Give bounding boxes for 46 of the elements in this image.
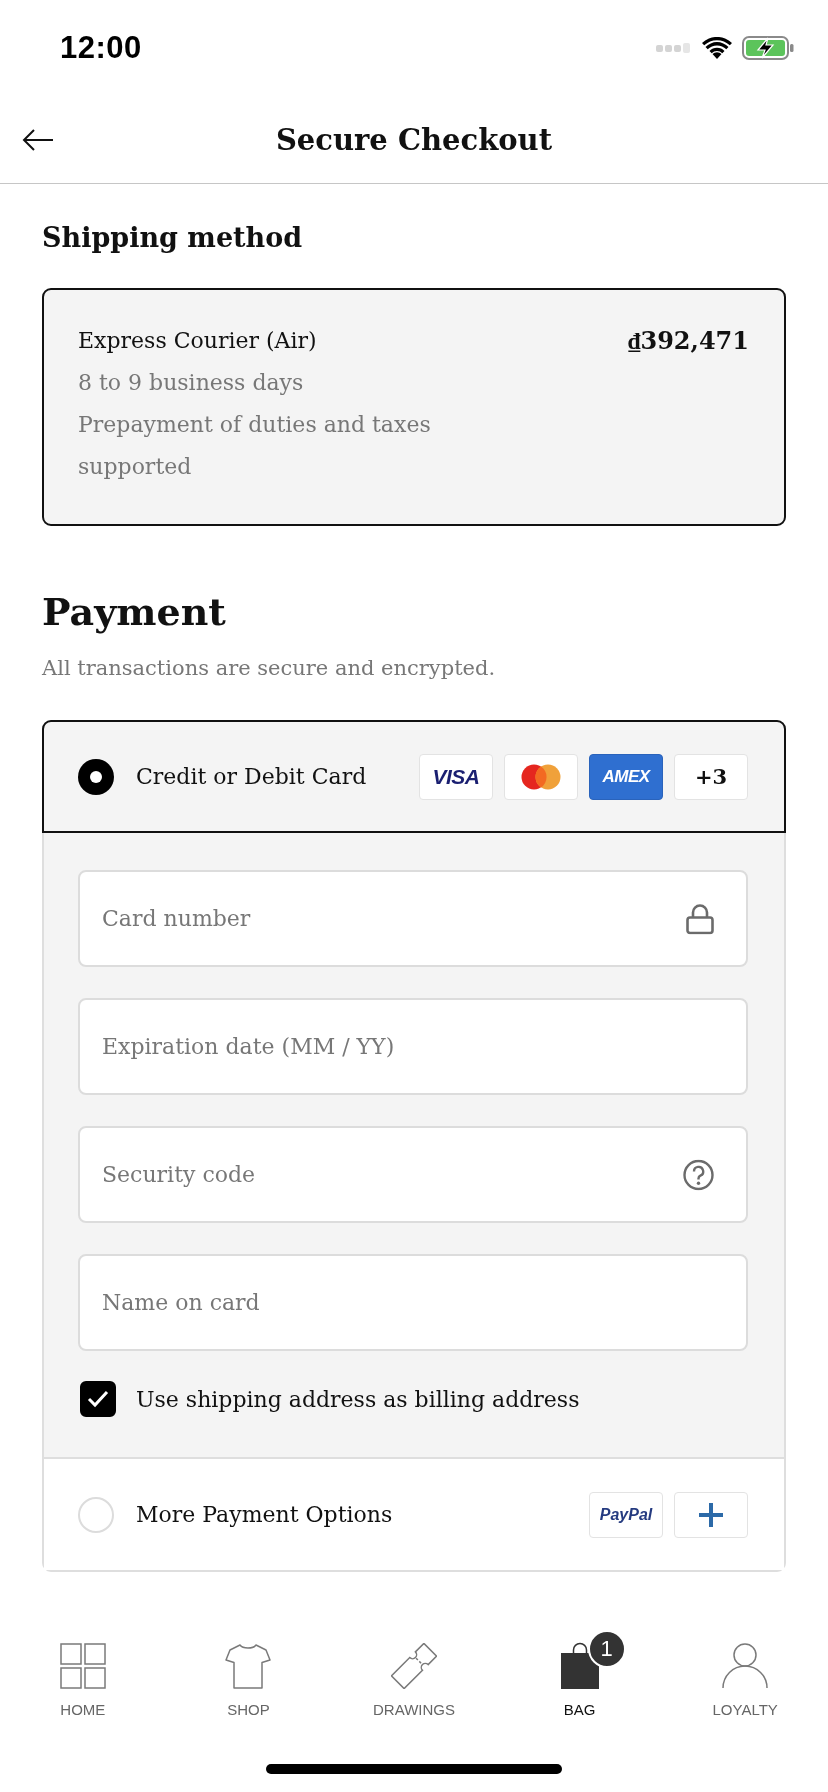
tab-bar-item[interactable]: DRAWINGS	[331, 1610, 497, 1730]
more-cards-count: +3	[674, 753, 748, 800]
checkbox-label[interactable]: Use shipping address as billing address	[136, 1386, 580, 1412]
page-title: Secure Checkout	[275, 121, 553, 158]
tab-bar-item[interactable]: HOME	[0, 1610, 166, 1730]
payment-method-row[interactable]: More Payment Options PayPal	[44, 1457, 784, 1570]
lock-icon	[686, 903, 714, 934]
card-brand-logo: AMEX	[589, 753, 663, 800]
section-subtitle: All transactions are secure and encrypted.	[42, 655, 497, 682]
radio-button[interactable]	[78, 1496, 114, 1533]
person-icon[interactable]	[722, 1643, 769, 1689]
input-field[interactable]: Expiration date (MM / YY)	[78, 998, 748, 1095]
tab-bar-item[interactable]: SHOP	[165, 1610, 332, 1730]
shipping-price: ₫392,471	[628, 325, 749, 357]
checkbox[interactable]	[80, 1381, 116, 1417]
radio-button[interactable]	[78, 758, 114, 795]
overlapping-circles-icon	[504, 753, 578, 800]
back-button[interactable]	[22, 127, 54, 152]
tab-bar-item[interactable]: LOYALTY	[662, 1610, 828, 1730]
tab-bar-item[interactable]: 1 BAG	[496, 1610, 663, 1730]
signal-icon	[656, 43, 692, 53]
shopping-bag-icon[interactable]	[559, 1641, 600, 1689]
input-field[interactable]: Name on card	[78, 1254, 748, 1351]
ticket-icon[interactable]	[391, 1643, 437, 1689]
shipping-option-name: Express Courier (Air)	[78, 327, 318, 355]
question-mark-icon[interactable]	[683, 1159, 714, 1190]
section-heading: Shipping method	[42, 221, 304, 255]
shipping-option-card[interactable]: Express Courier (Air) 8 to 9 business days Prepayment of duties and taxes supported ₫392,471	[42, 288, 786, 526]
card-brand-logo: VISA	[419, 753, 493, 800]
payment-method-label[interactable]: Credit or Debit Card	[136, 764, 367, 789]
count-badge: 1	[587, 1630, 626, 1668]
checkmark-icon	[87, 1390, 109, 1408]
payment-method-label[interactable]: More Payment Options	[136, 1502, 393, 1527]
input-field[interactable]: Security code	[78, 1126, 748, 1223]
status-time: 12:00	[60, 30, 142, 66]
grid-icon[interactable]	[59, 1643, 106, 1689]
shipping-option-detail: Prepayment of duties and taxes supported	[78, 411, 432, 481]
plus-icon[interactable]	[674, 1491, 748, 1538]
wifi-icon	[702, 37, 732, 59]
payment-brand-logo: PayPal	[589, 1491, 663, 1538]
t-shirt-icon[interactable]	[225, 1643, 272, 1689]
section-heading: Payment	[42, 588, 227, 636]
charging-battery-icon	[742, 36, 794, 60]
payment-method-row[interactable]: Credit or Debit Card VISA AMEX +3	[42, 720, 786, 833]
shipping-option-detail: 8 to 9 business days	[78, 369, 305, 397]
input-field[interactable]: Card number	[78, 870, 748, 967]
